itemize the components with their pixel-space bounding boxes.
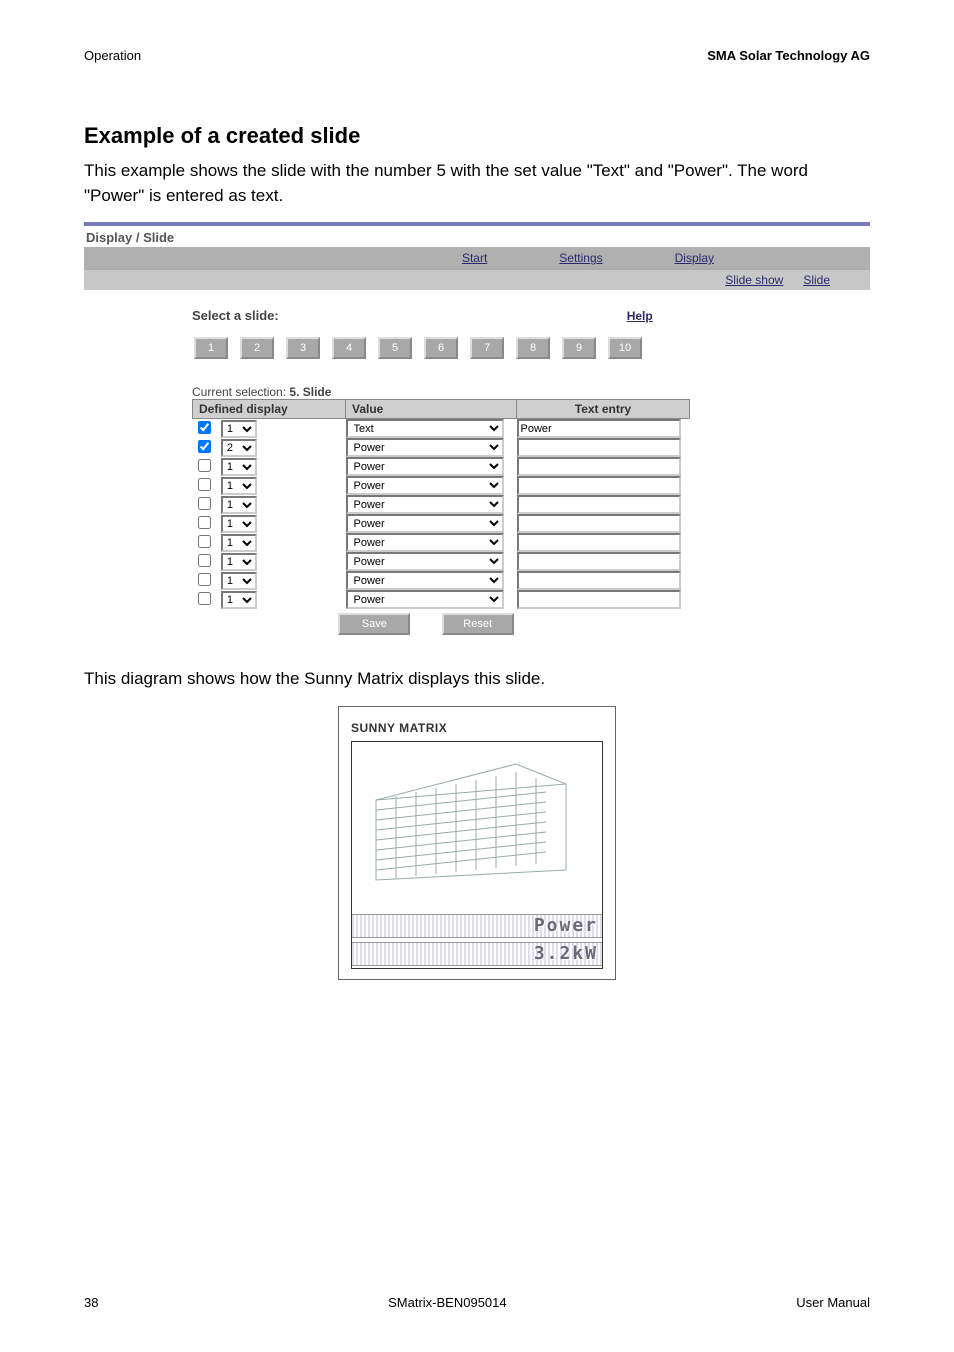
slide-button-3[interactable]: 3 bbox=[286, 337, 320, 359]
display-number-select[interactable]: 1 bbox=[221, 458, 257, 476]
table-row: 1 Power bbox=[193, 590, 690, 609]
secondary-nav: Slide show Slide bbox=[84, 270, 870, 290]
slide-button-1[interactable]: 1 bbox=[194, 337, 228, 359]
slide-button-9[interactable]: 9 bbox=[562, 337, 596, 359]
display-line-1-text: Power bbox=[534, 915, 598, 936]
row-checkbox[interactable] bbox=[198, 554, 211, 567]
text-entry-input[interactable] bbox=[517, 590, 681, 609]
primary-nav: Start Settings Display bbox=[84, 247, 870, 270]
slide-button-10[interactable]: 10 bbox=[608, 337, 642, 359]
header-left: Operation bbox=[84, 48, 141, 63]
col-value: Value bbox=[346, 400, 517, 419]
sunny-matrix-diagram: SUNNY MATRIX bbox=[338, 706, 616, 980]
table-row: 1 Power bbox=[193, 533, 690, 552]
text-entry-input[interactable] bbox=[517, 514, 681, 533]
intro-paragraph: This example shows the slide with the nu… bbox=[84, 159, 870, 208]
row-checkbox[interactable] bbox=[198, 535, 211, 548]
slide-button-4[interactable]: 4 bbox=[332, 337, 366, 359]
save-button[interactable]: Save bbox=[338, 613, 410, 635]
footer-docid: SMatrix-BEN095014 bbox=[388, 1295, 507, 1310]
text-entry-input[interactable] bbox=[517, 438, 681, 457]
slide-button-2[interactable]: 2 bbox=[240, 337, 274, 359]
table-row: 1 Text bbox=[193, 419, 690, 439]
table-row: 1 Power bbox=[193, 457, 690, 476]
text-entry-input[interactable] bbox=[517, 495, 681, 514]
nav-display[interactable]: Display bbox=[675, 251, 714, 265]
slide-button-8[interactable]: 8 bbox=[516, 337, 550, 359]
row-checkbox[interactable] bbox=[198, 421, 211, 434]
table-row: 1 Power bbox=[193, 571, 690, 590]
table-row: 1 Power bbox=[193, 514, 690, 533]
table-row: 1 Power bbox=[193, 495, 690, 514]
header-right: SMA Solar Technology AG bbox=[707, 48, 870, 63]
row-checkbox[interactable] bbox=[198, 459, 211, 472]
row-checkbox[interactable] bbox=[198, 478, 211, 491]
building-graphic bbox=[366, 760, 586, 906]
text-entry-input[interactable] bbox=[517, 476, 681, 495]
text-entry-input[interactable] bbox=[517, 571, 681, 590]
nav-settings[interactable]: Settings bbox=[559, 251, 602, 265]
footer-page: 38 bbox=[84, 1295, 98, 1310]
value-select[interactable]: Power bbox=[346, 514, 504, 533]
text-entry-input[interactable] bbox=[517, 457, 681, 476]
value-select[interactable]: Power bbox=[346, 438, 504, 457]
display-number-select[interactable]: 1 bbox=[221, 420, 257, 438]
value-select[interactable]: Text bbox=[346, 419, 504, 438]
display-number-select[interactable]: 1 bbox=[221, 572, 257, 590]
slide-button-7[interactable]: 7 bbox=[470, 337, 504, 359]
table-row: 1 Power bbox=[193, 476, 690, 495]
nav-start[interactable]: Start bbox=[462, 251, 487, 265]
footer-manual: User Manual bbox=[796, 1295, 870, 1310]
text-entry-input[interactable] bbox=[517, 419, 681, 438]
table-row: 2 Power bbox=[193, 438, 690, 457]
current-selection-value: 5. Slide bbox=[289, 385, 331, 399]
value-select[interactable]: Power bbox=[346, 476, 504, 495]
value-select[interactable]: Power bbox=[346, 533, 504, 552]
breadcrumb: Display / Slide bbox=[84, 226, 870, 247]
current-selection-prefix: Current selection: bbox=[192, 385, 289, 399]
row-checkbox[interactable] bbox=[198, 440, 211, 453]
text-entry-input[interactable] bbox=[517, 552, 681, 571]
display-number-select[interactable]: 1 bbox=[221, 477, 257, 495]
row-checkbox[interactable] bbox=[198, 516, 211, 529]
app-screenshot: Display / Slide Start Settings Display S… bbox=[84, 222, 870, 647]
display-number-select[interactable]: 1 bbox=[221, 553, 257, 571]
display-number-select[interactable]: 1 bbox=[221, 515, 257, 533]
value-select[interactable]: Power bbox=[346, 457, 504, 476]
section-title: Example of a created slide bbox=[84, 123, 870, 149]
subnav-slide[interactable]: Slide bbox=[803, 273, 830, 287]
select-slide-label: Select a slide: bbox=[192, 308, 279, 323]
slide-button-6[interactable]: 6 bbox=[424, 337, 458, 359]
row-checkbox[interactable] bbox=[198, 573, 211, 586]
row-checkbox[interactable] bbox=[198, 497, 211, 510]
current-selection: Current selection: 5. Slide bbox=[192, 385, 870, 399]
reset-button[interactable]: Reset bbox=[442, 613, 514, 635]
config-table: Defined display Value Text entry 1 Text 2 P… bbox=[192, 399, 690, 609]
display-line-2: 3.2kW bbox=[352, 942, 602, 966]
display-number-select[interactable]: 2 bbox=[221, 439, 257, 457]
display-number-select[interactable]: 1 bbox=[221, 591, 257, 609]
help-link[interactable]: Help bbox=[627, 309, 653, 323]
display-number-select[interactable]: 1 bbox=[221, 534, 257, 552]
value-select[interactable]: Power bbox=[346, 552, 504, 571]
display-line-2-text: 3.2kW bbox=[534, 943, 598, 964]
slide-number-buttons: 123456789 10 bbox=[194, 337, 870, 359]
col-defined-display: Defined display bbox=[193, 400, 346, 419]
col-text-entry: Text entry bbox=[517, 400, 690, 419]
value-select[interactable]: Power bbox=[346, 571, 504, 590]
slide-button-5[interactable]: 5 bbox=[378, 337, 412, 359]
value-select[interactable]: Power bbox=[346, 590, 504, 609]
text-entry-input[interactable] bbox=[517, 533, 681, 552]
subnav-slideshow[interactable]: Slide show bbox=[725, 273, 783, 287]
display-line-1: Power bbox=[352, 914, 602, 938]
diagram-title: SUNNY MATRIX bbox=[351, 721, 603, 735]
diagram-caption: This diagram shows how the Sunny Matrix … bbox=[84, 667, 870, 692]
row-checkbox[interactable] bbox=[198, 592, 211, 605]
value-select[interactable]: Power bbox=[346, 495, 504, 514]
table-row: 1 Power bbox=[193, 552, 690, 571]
display-number-select[interactable]: 1 bbox=[221, 496, 257, 514]
